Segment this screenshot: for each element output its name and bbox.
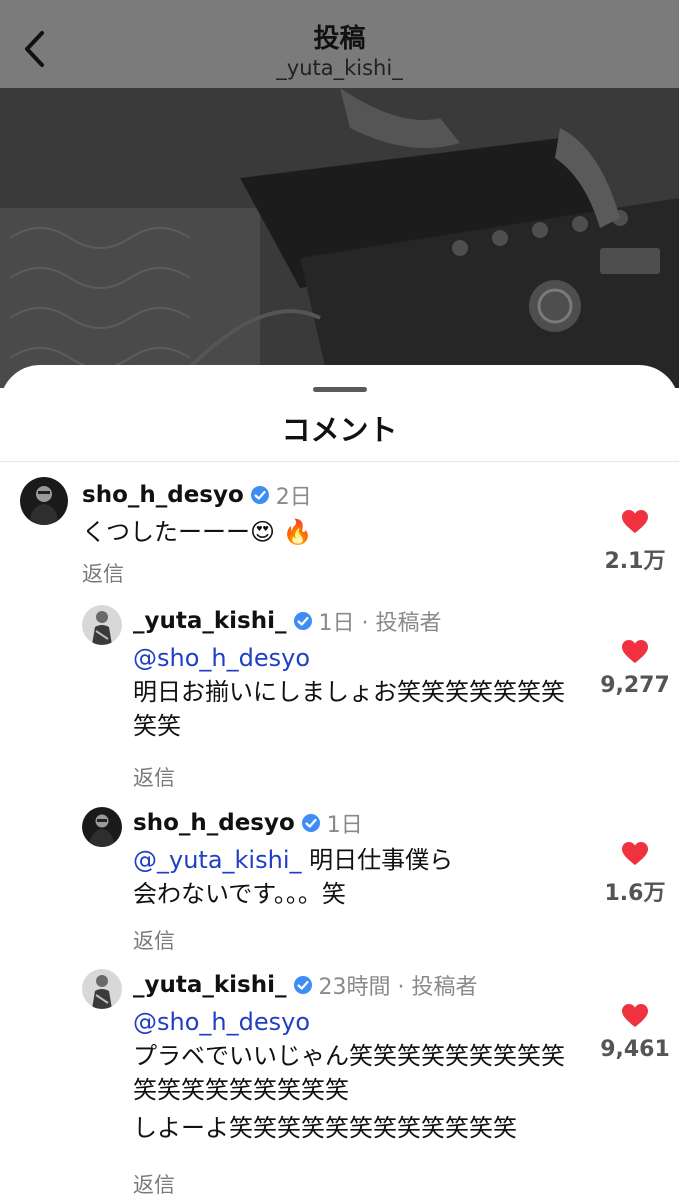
heart-icon[interactable] bbox=[621, 639, 649, 665]
comment-username[interactable]: sho_h_desyo bbox=[82, 482, 244, 508]
like-count: 9,461 bbox=[600, 1037, 670, 1062]
comment-username[interactable]: sho_h_desyo bbox=[133, 810, 295, 836]
comment-meta: sho_h_desyo 2日 bbox=[82, 479, 312, 511]
comment-body-line2: しよーよ笑笑笑笑笑笑笑笑笑笑笑笑 bbox=[133, 1114, 517, 1142]
page-subtitle: _yuta_kishi_ bbox=[276, 56, 403, 80]
sheet-grabber[interactable] bbox=[313, 387, 367, 392]
comment-username[interactable]: _yuta_kishi_ bbox=[133, 972, 287, 998]
avatar[interactable] bbox=[82, 969, 122, 1009]
comments-sheet: コメント sho_h_desyo 2日 くつしたーーー😍 🔥 返信 2.1万 _… bbox=[0, 365, 679, 1200]
comments-title: コメント bbox=[281, 413, 398, 447]
reply-button[interactable]: 返信 bbox=[133, 1169, 175, 1199]
page-title: 投稿 bbox=[313, 24, 366, 54]
mention-link[interactable]: @_yuta_kishi_ bbox=[133, 846, 301, 874]
comment-meta: sho_h_desyo 1日 bbox=[133, 807, 363, 839]
comment-body: プラベでいいじゃん笑笑笑笑笑笑笑笑笑笑笑笑笑笑笑笑笑笑 bbox=[133, 1042, 565, 1104]
verified-badge-icon bbox=[250, 485, 270, 505]
verified-badge-icon bbox=[293, 975, 313, 995]
reply-button[interactable]: 返信 bbox=[133, 762, 175, 792]
verified-badge-icon bbox=[301, 813, 321, 833]
like-count: 9,277 bbox=[600, 673, 670, 698]
reply-comment: _yuta_kishi_ 23時間 · 投稿者 @sho_h_desyo プラベ… bbox=[0, 969, 679, 1200]
comment-text: くつしたーーー😍 🔥 bbox=[82, 518, 313, 546]
heart-icon[interactable] bbox=[621, 841, 649, 867]
comment-text: @sho_h_desyo 明日お揃いにしましょお笑笑笑笑笑笑笑笑笑 bbox=[133, 641, 588, 743]
avatar[interactable] bbox=[82, 605, 122, 645]
like-group: 9,277 bbox=[590, 639, 679, 698]
reply-comment: sho_h_desyo 1日 @_yuta_kishi_ 明日仕事僕ら会わないで… bbox=[0, 807, 679, 957]
comment: sho_h_desyo 2日 くつしたーーー😍 🔥 返信 2.1万 bbox=[0, 475, 679, 595]
like-group: 1.6万 bbox=[590, 841, 679, 907]
comment-text: @_yuta_kishi_ 明日仕事僕ら会わないです。。。笑 bbox=[133, 843, 463, 911]
comment-body: 明日お揃いにしましょお笑笑笑笑笑笑笑笑笑 bbox=[133, 678, 565, 740]
verified-badge-icon bbox=[293, 611, 313, 631]
comment-time: 1日 · 投稿者 bbox=[318, 611, 442, 636]
like-group: 2.1万 bbox=[590, 509, 679, 575]
like-count: 1.6万 bbox=[604, 881, 666, 906]
mention-link[interactable]: @sho_h_desyo bbox=[133, 641, 588, 675]
comment-text: @sho_h_desyo プラベでいいじゃん笑笑笑笑笑笑笑笑笑笑笑笑笑笑笑笑笑笑… bbox=[133, 1005, 588, 1145]
reply-button[interactable]: 返信 bbox=[133, 925, 175, 955]
header: 投稿 _yuta_kishi_ bbox=[0, 0, 679, 88]
comment-time: 23時間 · 投稿者 bbox=[318, 975, 478, 1000]
heart-icon[interactable] bbox=[621, 509, 649, 535]
like-count: 2.1万 bbox=[604, 549, 666, 574]
comment-meta: _yuta_kishi_ 1日 · 投稿者 bbox=[133, 605, 442, 637]
comment-meta: _yuta_kishi_ 23時間 · 投稿者 bbox=[133, 969, 478, 1001]
comment-username[interactable]: _yuta_kishi_ bbox=[133, 608, 287, 634]
comment-time: 1日 bbox=[326, 813, 363, 838]
comment-time: 2日 bbox=[275, 485, 312, 510]
reply-comment: _yuta_kishi_ 1日 · 投稿者 @sho_h_desyo 明日お揃い… bbox=[0, 605, 679, 790]
mention-link[interactable]: @sho_h_desyo bbox=[133, 1005, 588, 1039]
avatar[interactable] bbox=[82, 807, 122, 847]
reply-button[interactable]: 返信 bbox=[82, 558, 124, 588]
post-photo bbox=[0, 88, 679, 388]
avatar[interactable] bbox=[20, 477, 68, 525]
heart-icon[interactable] bbox=[621, 1003, 649, 1029]
divider bbox=[0, 461, 679, 462]
like-group: 9,461 bbox=[590, 1003, 679, 1062]
